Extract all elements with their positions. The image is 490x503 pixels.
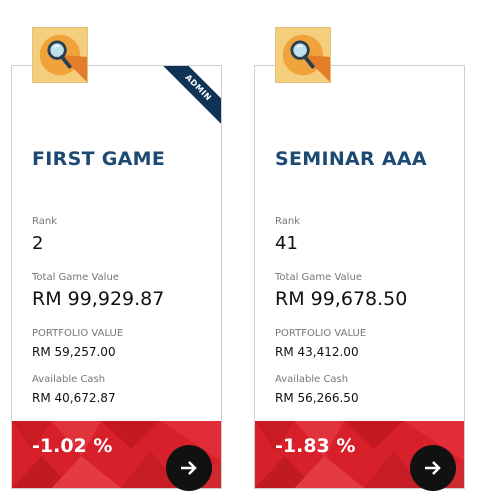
performance-change: -1.83 %	[275, 435, 356, 457]
arrow-right-icon	[181, 461, 197, 475]
available-cash-label: Available Cash	[275, 374, 349, 385]
available-cash-value: RM 56,266.50	[275, 391, 359, 405]
portfolio-value: RM 43,412.00	[275, 345, 359, 359]
available-cash-label: Available Cash	[32, 374, 106, 385]
available-cash-value: RM 40,672.87	[32, 391, 116, 405]
open-game-button[interactable]	[166, 445, 212, 491]
total-game-value-label: Total Game Value	[275, 272, 362, 283]
game-card-seminar-aaa[interactable]: SEMINAR AAA Rank 41 Total Game Value RM …	[254, 65, 465, 489]
total-game-value: RM 99,929.87	[32, 288, 165, 310]
game-card-first-game[interactable]: ADMIN FIRST GAME Rank 2 Total Game Value…	[11, 65, 222, 489]
total-game-value-label: Total Game Value	[32, 272, 119, 283]
rank-label: Rank	[32, 216, 57, 227]
card-title: FIRST GAME	[32, 148, 166, 170]
portfolio-value-label: PORTFOLIO VALUE	[32, 328, 124, 339]
card-title: SEMINAR AAA	[275, 148, 427, 170]
magnifier-icon	[275, 27, 331, 83]
admin-badge: ADMIN	[156, 66, 221, 130]
portfolio-value: RM 59,257.00	[32, 345, 116, 359]
performance-change: -1.02 %	[32, 435, 113, 457]
open-game-button[interactable]	[410, 445, 456, 491]
portfolio-value-label: PORTFOLIO VALUE	[275, 328, 367, 339]
rank-value: 41	[275, 233, 298, 254]
rank-value: 2	[32, 233, 44, 254]
arrow-right-icon	[425, 461, 441, 475]
magnifier-icon	[32, 27, 88, 83]
total-game-value: RM 99,678.50	[275, 288, 408, 310]
rank-label: Rank	[275, 216, 300, 227]
